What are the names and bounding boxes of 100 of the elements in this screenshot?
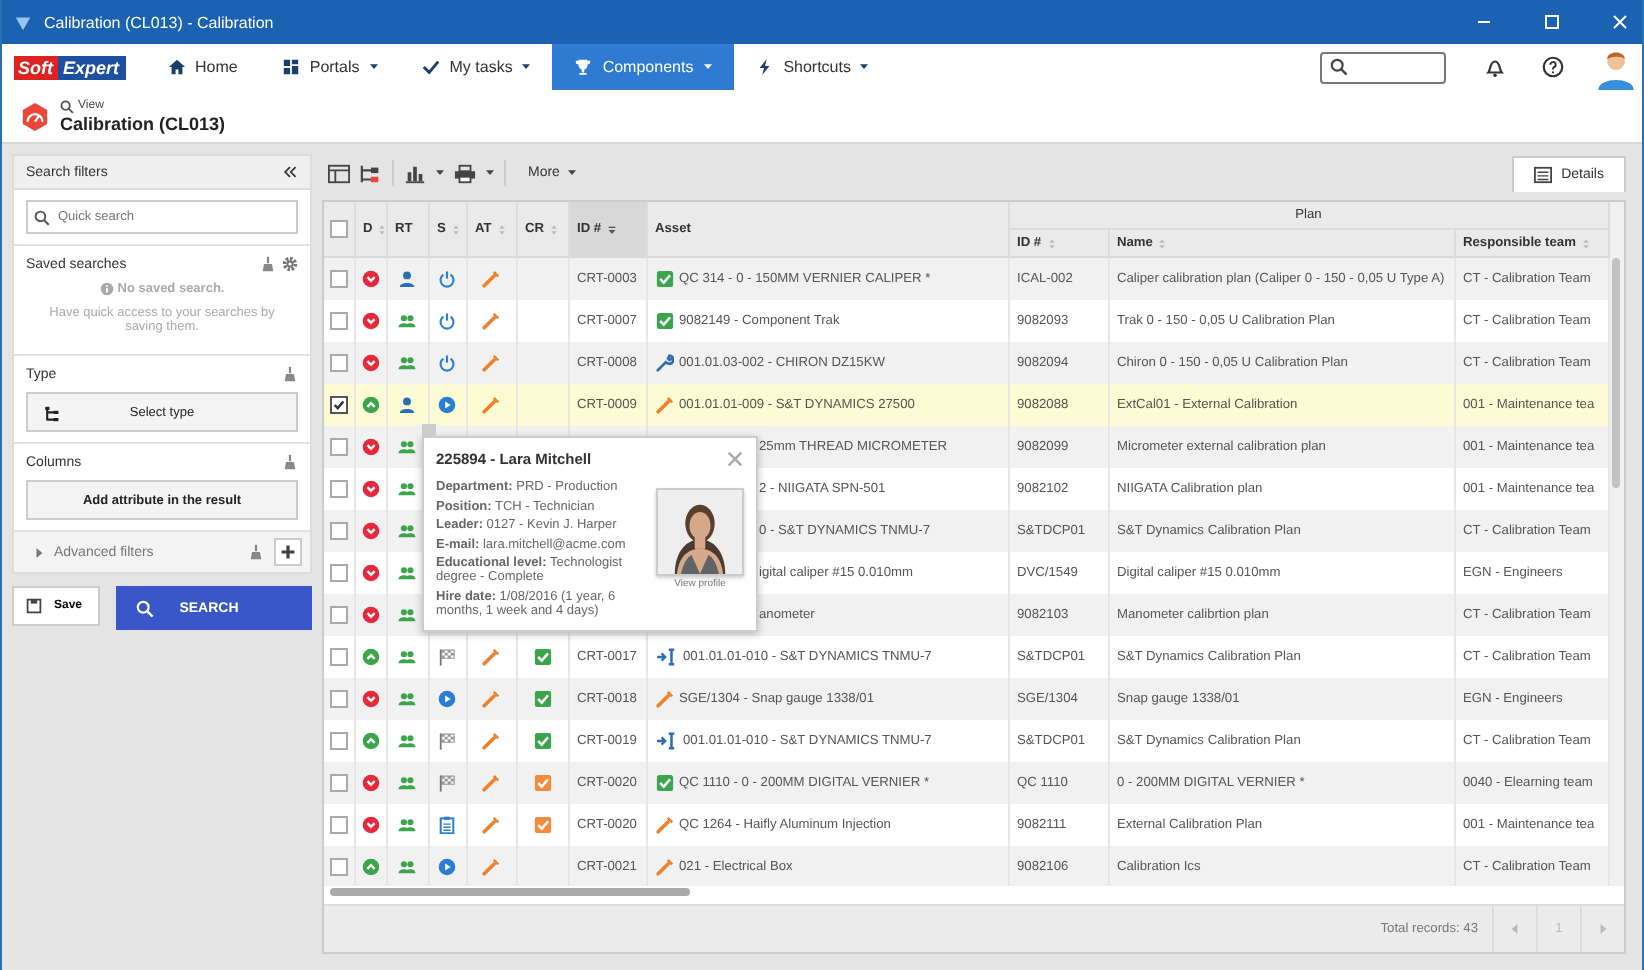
broom-icon[interactable] <box>282 454 298 470</box>
person-icon <box>398 269 416 288</box>
printer-icon[interactable] <box>454 163 476 183</box>
hierarchy-icon[interactable] <box>360 163 382 183</box>
table-icon[interactable] <box>328 163 350 183</box>
add-button[interactable] <box>274 538 302 566</box>
pencil-icon <box>482 269 500 288</box>
bell-icon[interactable] <box>1484 56 1506 78</box>
row-checkbox[interactable] <box>329 521 348 539</box>
sort-icon[interactable] <box>1047 237 1056 249</box>
nav-tab[interactable]: Components <box>552 44 734 90</box>
person-icon <box>398 395 416 413</box>
sort-icon[interactable] <box>550 223 559 235</box>
row-checkbox[interactable] <box>329 437 348 455</box>
group-icon <box>398 773 416 791</box>
group-icon <box>398 521 416 539</box>
gear-icon[interactable] <box>282 256 298 272</box>
pencil-icon <box>482 647 500 665</box>
row-checkbox[interactable] <box>329 269 348 288</box>
select-all-checkbox[interactable] <box>329 220 348 238</box>
chevron-down-icon <box>361 815 379 833</box>
group-icon <box>398 731 416 749</box>
play-icon <box>438 857 456 875</box>
sort-icon[interactable] <box>451 223 460 235</box>
search-icon <box>136 599 154 617</box>
broom-icon[interactable] <box>248 544 264 560</box>
caret-icon[interactable] <box>486 170 494 176</box>
chevron-down-icon <box>361 353 379 371</box>
floppy-icon <box>26 598 42 614</box>
group-icon <box>398 311 416 329</box>
check-icon <box>533 815 551 833</box>
chevron-up-icon <box>361 395 379 413</box>
vertical-scrollbar[interactable] <box>1610 202 1624 886</box>
clipboard-icon <box>438 815 456 833</box>
app-icon <box>14 13 32 31</box>
sort-icon[interactable] <box>1158 237 1167 249</box>
checkmark-icon <box>421 58 440 76</box>
tree-icon <box>44 406 60 422</box>
chevron-up-icon <box>361 647 379 665</box>
row-checkbox[interactable] <box>329 563 348 581</box>
caret-icon[interactable] <box>34 547 44 557</box>
group-icon <box>398 689 416 707</box>
chevron-down-icon <box>361 521 379 539</box>
chevron-down-icon <box>361 269 379 288</box>
check-icon <box>655 311 673 329</box>
chevron-down-icon <box>361 773 379 791</box>
row-checkbox[interactable] <box>329 311 348 329</box>
row-checkbox[interactable] <box>329 353 348 371</box>
row-checkbox[interactable] <box>329 479 348 497</box>
row-checkbox[interactable] <box>329 731 348 749</box>
pencil-icon <box>482 353 500 371</box>
gauge-icon <box>20 101 50 131</box>
sort-icon[interactable] <box>497 223 506 235</box>
caret-left-icon <box>1510 924 1520 934</box>
group-icon <box>398 857 416 875</box>
check-icon <box>533 647 551 665</box>
window-title: Calibration (CL013) - Calibration <box>44 13 274 31</box>
info-icon <box>99 282 114 296</box>
chevron-down-icon <box>361 479 379 497</box>
row-checkbox[interactable] <box>329 605 348 623</box>
broom-icon[interactable] <box>260 256 276 272</box>
row-checkbox[interactable] <box>329 689 348 707</box>
search-icon <box>1330 58 1348 76</box>
row-checkbox[interactable] <box>329 857 348 875</box>
caret-right-icon <box>1598 924 1608 934</box>
maximize-icon[interactable] <box>1542 12 1562 32</box>
search-field[interactable] <box>1320 51 1446 83</box>
collapse-icon[interactable] <box>282 164 298 180</box>
trophy-icon <box>574 58 593 76</box>
row-checkbox[interactable] <box>329 815 348 833</box>
row-checkbox[interactable] <box>329 395 348 413</box>
chevron-up-icon <box>361 857 379 875</box>
logo[interactable]: Soft Expert <box>14 44 126 90</box>
bar-chart-icon[interactable] <box>404 163 426 183</box>
check-icon <box>533 773 551 791</box>
broom-icon[interactable] <box>282 366 298 382</box>
group-icon <box>398 437 416 455</box>
pencil-icon <box>482 731 500 749</box>
chevron-down-icon <box>361 437 379 455</box>
chevron-down-icon <box>361 605 379 623</box>
power-icon <box>438 353 456 371</box>
home-icon <box>167 58 186 76</box>
help-icon[interactable] <box>1542 56 1564 78</box>
check-icon <box>533 731 551 749</box>
group-icon <box>398 563 416 581</box>
sort-descending-icon[interactable] <box>607 223 616 235</box>
row-checkbox[interactable] <box>329 773 348 791</box>
pencil-icon <box>655 689 673 707</box>
sort-icon[interactable] <box>1581 237 1590 249</box>
check-icon <box>655 269 673 288</box>
caret-icon[interactable] <box>436 170 444 176</box>
power-icon <box>438 311 456 329</box>
row-checkbox[interactable] <box>329 647 348 665</box>
grid-icon <box>281 58 300 76</box>
pencil-icon <box>655 857 673 875</box>
chevron-down-icon <box>361 563 379 581</box>
pencil-icon <box>482 395 500 413</box>
arrow-wrench-icon <box>655 647 677 665</box>
page-title: Calibration (CL013) <box>60 113 226 133</box>
check-icon <box>533 689 551 707</box>
